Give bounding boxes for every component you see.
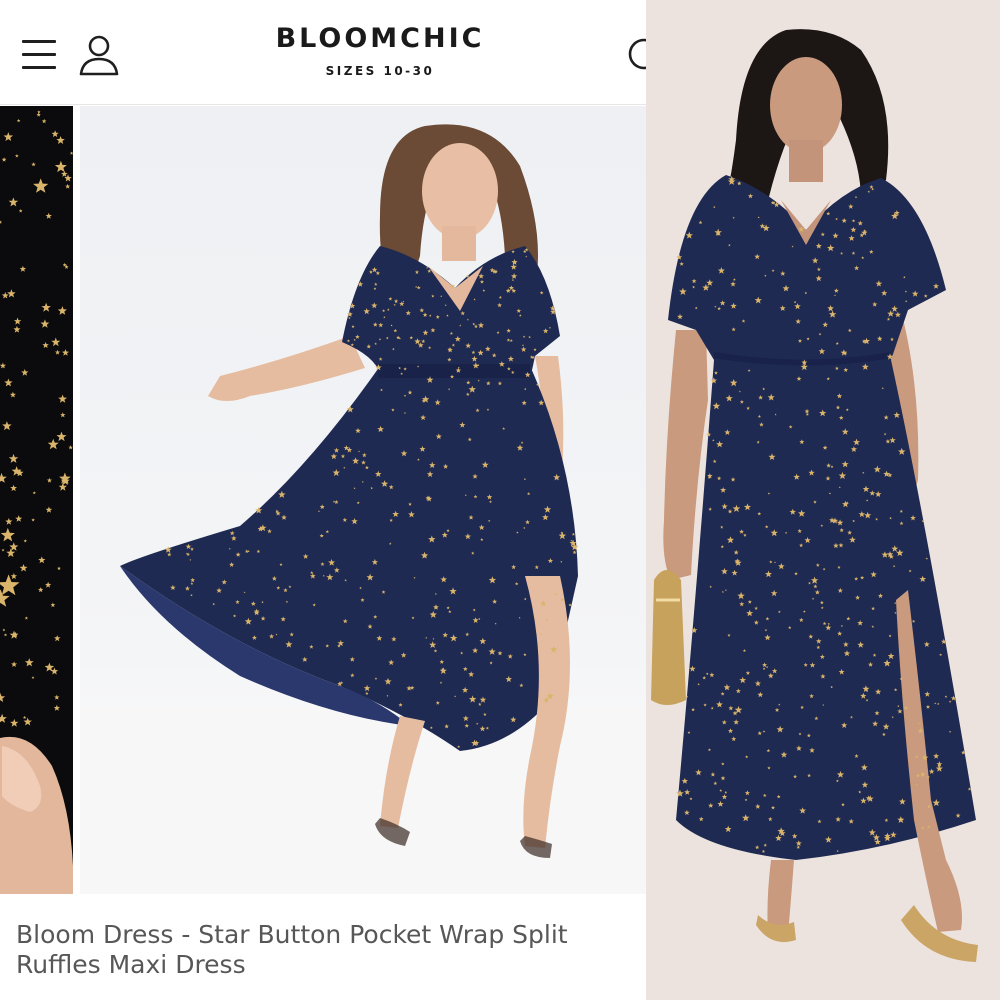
gallery-thumbnail-fabric[interactable] <box>0 106 73 894</box>
product-page-screenshot: BLOOMCHIC SIZES 10-30 Bloom Dress - Star… <box>0 0 646 1000</box>
hamburger-menu-icon[interactable] <box>22 38 56 70</box>
main-product-image[interactable] <box>80 106 646 894</box>
top-navigation-bar: BLOOMCHIC SIZES 10-30 <box>0 0 646 105</box>
brand-name: BLOOMCHIC <box>275 23 485 54</box>
brand-tagline: SIZES 10-30 <box>325 64 435 78</box>
brand-logo[interactable]: BLOOMCHIC SIZES 10-30 <box>200 22 560 78</box>
search-icon[interactable] <box>626 34 646 74</box>
user-account-icon[interactable] <box>78 34 120 76</box>
product-title: Bloom Dress - Star Button Pocket Wrap Sp… <box>16 920 568 979</box>
secondary-product-image <box>646 0 1000 1000</box>
